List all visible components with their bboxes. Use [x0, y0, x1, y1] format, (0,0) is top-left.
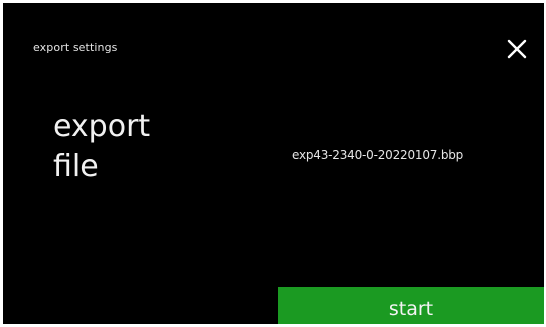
- export-file-label-line2: file: [53, 149, 99, 184]
- export-file-label: export file: [53, 107, 213, 187]
- export-file-label-line1: export: [53, 109, 151, 144]
- screen-title: export settings: [33, 41, 118, 54]
- close-button[interactable]: [502, 33, 532, 63]
- export-settings-screen: export settings export file exp43-2340-0…: [3, 3, 544, 324]
- export-file-name: exp43-2340-0-20220107.bbp: [292, 148, 464, 162]
- close-icon: [507, 39, 527, 59]
- start-button[interactable]: start: [278, 287, 544, 324]
